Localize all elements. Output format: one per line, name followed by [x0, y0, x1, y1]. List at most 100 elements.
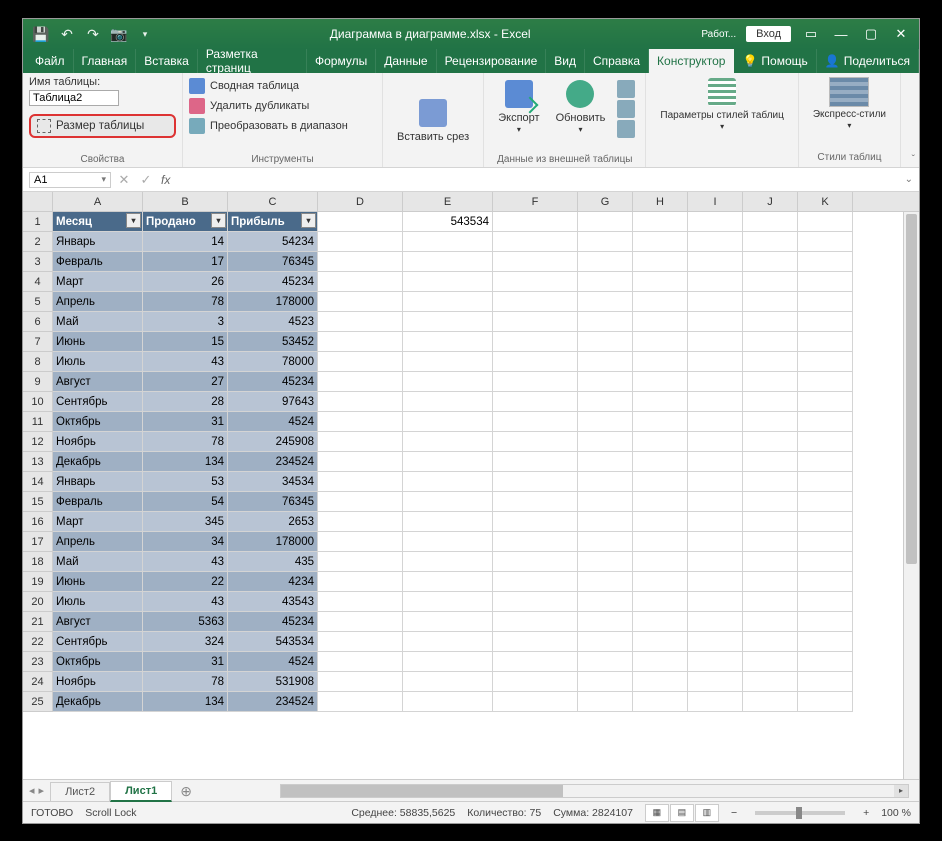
cell[interactable]: Октябрь [53, 652, 143, 672]
cell[interactable] [633, 392, 688, 412]
cell[interactable]: 45234 [228, 272, 318, 292]
cell[interactable]: 22 [143, 572, 228, 592]
cell[interactable] [688, 492, 743, 512]
cell[interactable] [493, 292, 578, 312]
cell[interactable] [633, 312, 688, 332]
cell[interactable] [578, 412, 633, 432]
cell[interactable] [633, 472, 688, 492]
cell[interactable] [798, 572, 853, 592]
cell[interactable] [633, 252, 688, 272]
cell[interactable] [493, 512, 578, 532]
filter-dropdown-icon[interactable]: ▾ [301, 213, 316, 228]
cell[interactable]: 78 [143, 672, 228, 692]
column-header[interactable]: B [143, 192, 228, 211]
column-header[interactable]: E [403, 192, 493, 211]
cell[interactable] [578, 352, 633, 372]
cell[interactable]: 5363 [143, 612, 228, 632]
cell[interactable] [318, 452, 403, 472]
row-header[interactable]: 25 [23, 692, 53, 712]
view-page-layout-icon[interactable]: ▤ [670, 804, 694, 822]
row-header[interactable]: 13 [23, 452, 53, 472]
cell[interactable] [578, 672, 633, 692]
cell[interactable]: 178000 [228, 292, 318, 312]
cell[interactable] [743, 452, 798, 472]
cell[interactable] [578, 652, 633, 672]
cell[interactable] [493, 432, 578, 452]
cell[interactable]: 76345 [228, 252, 318, 272]
zoom-level[interactable]: 100 % [881, 807, 911, 819]
tab-review[interactable]: Рецензирование [437, 49, 547, 73]
cell[interactable] [318, 472, 403, 492]
column-header[interactable]: I [688, 192, 743, 211]
cell[interactable] [633, 612, 688, 632]
zoom-slider[interactable] [755, 811, 845, 815]
cell[interactable] [688, 292, 743, 312]
cell[interactable]: 34534 [228, 472, 318, 492]
cell[interactable]: Апрель [53, 292, 143, 312]
cell[interactable] [633, 352, 688, 372]
cell[interactable]: 3 [143, 312, 228, 332]
cell[interactable]: 54234 [228, 232, 318, 252]
cell[interactable] [633, 552, 688, 572]
cell[interactable] [798, 312, 853, 332]
cell[interactable] [633, 532, 688, 552]
cell[interactable] [578, 612, 633, 632]
maximize-icon[interactable]: ▢ [857, 20, 885, 48]
cell[interactable] [743, 512, 798, 532]
cell[interactable]: Ноябрь [53, 672, 143, 692]
cell[interactable]: 78000 [228, 352, 318, 372]
column-header[interactable]: G [578, 192, 633, 211]
cell[interactable]: 28 [143, 392, 228, 412]
cell[interactable] [743, 252, 798, 272]
cell[interactable]: Февраль [53, 492, 143, 512]
tab-help[interactable]: Справка [585, 49, 649, 73]
cell[interactable]: Октябрь [53, 412, 143, 432]
cell[interactable] [318, 692, 403, 712]
cell[interactable] [403, 672, 493, 692]
enter-formula-icon[interactable]: ✓ [135, 172, 157, 188]
cell[interactable]: Июль [53, 352, 143, 372]
cell[interactable] [633, 412, 688, 432]
cell[interactable] [633, 292, 688, 312]
cell[interactable] [318, 672, 403, 692]
cell[interactable]: 543534 [403, 212, 493, 232]
cell[interactable] [798, 532, 853, 552]
cell[interactable] [403, 652, 493, 672]
cell[interactable] [798, 432, 853, 452]
cell[interactable]: 27 [143, 372, 228, 392]
undo-icon[interactable]: ↶ [55, 22, 79, 46]
cell[interactable]: 531908 [228, 672, 318, 692]
cell[interactable] [493, 692, 578, 712]
cell[interactable] [403, 412, 493, 432]
cell[interactable] [318, 272, 403, 292]
cell[interactable] [493, 472, 578, 492]
cell[interactable] [743, 352, 798, 372]
cell[interactable] [633, 452, 688, 472]
cell[interactable] [318, 252, 403, 272]
cell[interactable] [688, 472, 743, 492]
row-header[interactable]: 9 [23, 372, 53, 392]
cell[interactable] [403, 692, 493, 712]
cell[interactable]: Январь [53, 472, 143, 492]
cell[interactable] [403, 612, 493, 632]
cell[interactable]: 4524 [228, 652, 318, 672]
cell[interactable]: Май [53, 552, 143, 572]
view-page-break-icon[interactable]: ▥ [695, 804, 719, 822]
cell[interactable] [493, 452, 578, 472]
sheet-nav-prev-icon[interactable]: ◂ [29, 784, 35, 797]
column-header[interactable]: F [493, 192, 578, 211]
cell[interactable] [403, 492, 493, 512]
cell[interactable] [493, 372, 578, 392]
cell[interactable] [743, 272, 798, 292]
cell[interactable] [743, 612, 798, 632]
cell[interactable] [798, 292, 853, 312]
cell[interactable]: Ноябрь [53, 432, 143, 452]
view-normal-icon[interactable]: ▦ [645, 804, 669, 822]
cell[interactable] [743, 552, 798, 572]
row-header[interactable]: 14 [23, 472, 53, 492]
redo-icon[interactable]: ↷ [81, 22, 105, 46]
cell[interactable] [688, 332, 743, 352]
filter-dropdown-icon[interactable]: ▾ [211, 213, 226, 228]
cell[interactable]: Прибыль▾ [228, 212, 318, 232]
cell[interactable] [633, 632, 688, 652]
